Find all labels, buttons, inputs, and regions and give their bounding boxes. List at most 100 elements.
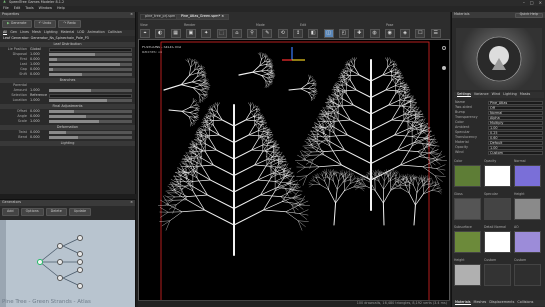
light-icon[interactable] <box>442 66 446 70</box>
tab-wind[interactable]: Wind <box>492 92 501 96</box>
generator-graph[interactable] <box>0 220 135 307</box>
property-slider[interactable] <box>49 89 132 92</box>
map-thumbnail[interactable] <box>454 231 481 253</box>
delete-button[interactable]: Delete <box>45 208 67 216</box>
generator-node-trunk[interactable] <box>37 259 43 265</box>
toolbar-button[interactable]: ⚲ <box>247 29 258 38</box>
property-value[interactable]: Global <box>30 47 46 51</box>
tab-lod[interactable]: LOD <box>77 30 84 34</box>
toolbar-button[interactable]: ◍ <box>369 29 380 38</box>
toolbar-button[interactable]: ✚ <box>354 29 365 38</box>
property-slider[interactable] <box>49 136 132 139</box>
property-value[interactable]: 1.000 <box>30 88 46 92</box>
undo-button[interactable]: ↶ Undo <box>33 20 57 28</box>
add-generator-button[interactable]: Add <box>2 208 19 216</box>
property-slider[interactable] <box>49 110 132 113</box>
close-button[interactable]: × <box>539 1 542 5</box>
material-field-value[interactable]: 1.00 <box>488 145 543 150</box>
menu-edit[interactable]: Edit <box>14 6 21 10</box>
property-dropdown[interactable] <box>49 93 132 98</box>
map-thumbnail[interactable] <box>514 231 541 253</box>
generator-node-branch[interactable] <box>57 275 63 281</box>
generator-node-leaf[interactable] <box>77 283 83 289</box>
property-slider[interactable] <box>49 58 132 61</box>
material-field-value[interactable]: 0.60 <box>488 135 543 140</box>
toolbar-button[interactable]: ⌂ <box>231 29 242 38</box>
map-thumbnail[interactable] <box>484 231 511 253</box>
material-field-value[interactable]: Off <box>488 105 543 110</box>
property-slider[interactable] <box>49 99 132 102</box>
map-thumbnail[interactable] <box>514 264 541 286</box>
property-value[interactable]: 0.000 <box>30 130 46 134</box>
map-thumbnail[interactable] <box>454 264 481 286</box>
generator-node-leaf[interactable] <box>77 267 83 273</box>
gizmo-icon[interactable] <box>442 46 446 50</box>
quick-help-button[interactable]: Quick Help <box>514 12 543 18</box>
map-thumbnail[interactable] <box>484 165 511 187</box>
property-value[interactable]: 0.000 <box>30 57 46 61</box>
toolbar-button[interactable]: ▣ <box>185 29 196 38</box>
minimize-button[interactable]: – <box>523 1 525 5</box>
viewport[interactable]: POLYGONS - SELECTED Batches: 18 <box>138 39 450 305</box>
material-preview[interactable] <box>456 28 542 90</box>
property-value[interactable]: 0.000 <box>30 109 46 113</box>
generator-node-branch[interactable] <box>57 243 63 249</box>
close-icon[interactable]: × <box>221 14 224 18</box>
tab-meshes[interactable]: Meshes <box>474 300 487 304</box>
map-thumbnail[interactable] <box>454 165 481 187</box>
material-field-value[interactable]: Pine_Atlas <box>488 100 543 105</box>
tab-settings[interactable]: Settings <box>457 92 471 98</box>
material-field-value[interactable]: Normal <box>488 110 543 115</box>
close-icon[interactable]: × <box>130 12 133 16</box>
property-value[interactable]: 0.000 <box>30 114 46 118</box>
property-slider[interactable] <box>49 131 132 134</box>
toolbar-button[interactable]: ☰ <box>430 29 441 38</box>
toolbar-button[interactable]: ✦ <box>201 29 212 38</box>
generator-node-leaf[interactable] <box>77 235 83 241</box>
property-slider[interactable] <box>49 63 132 66</box>
menu-help[interactable]: Help <box>57 6 65 10</box>
toolbar-button[interactable]: ▦ <box>170 29 181 38</box>
toolbar-button[interactable]: ⟲ <box>277 29 288 38</box>
property-slider[interactable] <box>49 53 132 56</box>
property-dropdown[interactable] <box>49 47 132 52</box>
doc-tab-project[interactable]: pine_tree_prj.spm <box>140 14 181 20</box>
property-value[interactable]: 0.000 <box>30 67 46 71</box>
toolbar-button[interactable]: ↕ <box>293 29 303 38</box>
tab-lighting[interactable]: Lighting <box>503 92 517 96</box>
tab-masks[interactable]: Masks <box>520 92 531 96</box>
material-field-value[interactable]: Alpha <box>488 115 543 120</box>
tab-mesh[interactable]: Mesh <box>32 30 41 34</box>
map-thumbnail[interactable] <box>454 198 481 220</box>
generator-node-leaf[interactable] <box>77 251 83 257</box>
property-slider[interactable] <box>49 73 132 76</box>
map-thumbnail[interactable] <box>484 264 511 286</box>
map-thumbnail[interactable] <box>514 165 541 187</box>
tab-displacements[interactable]: Displacements <box>489 300 514 304</box>
update-button[interactable]: Update <box>68 208 92 216</box>
material-field-value[interactable]: Default <box>488 140 543 145</box>
options-button[interactable]: Options <box>20 208 44 216</box>
property-value[interactable]: Reference <box>30 93 47 97</box>
menu-window[interactable]: Window <box>39 6 52 10</box>
map-thumbnail[interactable] <box>484 198 511 220</box>
toolbar-button[interactable]: ◐ <box>155 29 166 38</box>
property-value[interactable]: 0.000 <box>30 135 46 139</box>
material-field-value[interactable]: 1.00 <box>488 125 543 130</box>
redo-button[interactable]: ↷ Redo <box>58 20 81 28</box>
toolbar-button[interactable]: ⌖ <box>140 29 150 38</box>
tab-collision[interactable]: Collision <box>108 30 122 34</box>
generator-node-branch[interactable] <box>57 259 63 265</box>
property-value[interactable]: 1.000 <box>30 52 46 56</box>
toolbar-button[interactable]: ◰ <box>338 29 349 38</box>
tab-variance[interactable]: Variance <box>474 92 489 96</box>
toolbar-button[interactable]: ◈ <box>400 29 411 38</box>
property-slider[interactable] <box>49 68 132 71</box>
tab-collisions[interactable]: Collisions <box>517 300 533 304</box>
menu-file[interactable]: File <box>3 6 9 10</box>
menu-tools[interactable]: Tools <box>25 6 33 10</box>
maximize-button[interactable]: □ <box>530 1 534 5</box>
tab-lines[interactable]: Lines <box>20 30 29 34</box>
section-lighting[interactable]: Lighting <box>0 141 135 146</box>
toolbar-button[interactable]: ◫ <box>323 29 334 38</box>
